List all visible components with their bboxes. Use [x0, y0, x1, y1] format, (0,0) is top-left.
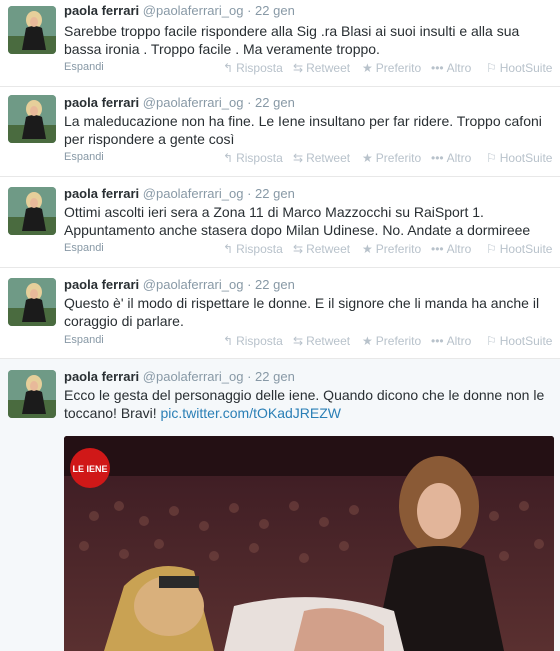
tweet-text: Sarebbe troppo facile rispondere alla Si…: [64, 23, 520, 57]
reply-icon: ↰: [223, 242, 234, 256]
hootsuite-button[interactable]: ⚐ HootSuite: [486, 242, 552, 256]
reply-button[interactable]: ↰ Risposta: [223, 151, 283, 165]
author-name[interactable]: paola ferrari: [64, 186, 139, 201]
star-icon: ★: [362, 334, 373, 348]
retweet-button[interactable]: ⇆ Retweet: [293, 151, 350, 165]
avatar[interactable]: [8, 278, 56, 326]
owl-icon: ⚐: [486, 61, 497, 75]
more-icon: •••: [431, 242, 444, 256]
hootsuite-button[interactable]: ⚐ HootSuite: [486, 151, 552, 165]
media-link[interactable]: pic.twitter.com/tOKadJREZW: [161, 405, 341, 421]
tweet-text: La maleducazione non ha fine. Le Iene in…: [64, 113, 542, 147]
tweet-header: paola ferrari @paolaferrari_og · 22 gen: [64, 186, 295, 202]
retweet-button[interactable]: ⇆ Retweet: [293, 334, 350, 348]
hootsuite-button[interactable]: ⚐ HootSuite: [486, 61, 552, 75]
tweet[interactable]: paola ferrari @paolaferrari_og · 22 gen …: [0, 177, 560, 268]
retweet-icon: ⇆: [293, 151, 304, 165]
retweet-button[interactable]: ⇆ Retweet: [293, 61, 350, 75]
tweet[interactable]: paola ferrari @paolaferrari_og · 22 gen …: [0, 268, 560, 359]
reply-icon: ↰: [223, 151, 234, 165]
tweet-actions: Espandi ↰ Risposta ⇆ Retweet ★ Preferito ••…: [64, 61, 560, 77]
retweet-button[interactable]: ⇆ Retweet: [293, 242, 350, 256]
tweet-actions: Espandi ↰ Risposta ⇆ Retweet ★ Preferito ••…: [64, 334, 560, 350]
author-handle[interactable]: @paolaferrari_og: [143, 277, 244, 292]
separator: ·: [247, 369, 252, 384]
more-button[interactable]: ••• Altro: [431, 242, 471, 256]
reply-icon: ↰: [223, 334, 234, 348]
more-icon: •••: [431, 151, 444, 165]
author-handle[interactable]: @paolaferrari_og: [143, 3, 244, 18]
reply-button[interactable]: ↰ Risposta: [223, 242, 283, 256]
reply-icon: ↰: [223, 61, 234, 75]
retweet-icon: ⇆: [293, 334, 304, 348]
reply-button[interactable]: ↰ Risposta: [223, 61, 283, 75]
tweet-text: Ottimi ascolti ieri sera a Zona 11 di Ma…: [64, 204, 531, 238]
retweet-icon: ⇆: [293, 242, 304, 256]
separator: ·: [247, 186, 252, 201]
timestamp[interactable]: 22 gen: [255, 95, 295, 110]
favorite-button[interactable]: ★ Preferito: [362, 61, 421, 75]
hootsuite-button[interactable]: ⚐ HootSuite: [486, 334, 552, 348]
tweet-header: paola ferrari @paolaferrari_og · 22 gen: [64, 3, 295, 19]
star-icon: ★: [362, 61, 373, 75]
more-button[interactable]: ••• Altro: [431, 151, 471, 165]
tweet-header: paola ferrari @paolaferrari_og · 22 gen: [64, 369, 295, 385]
more-icon: •••: [431, 334, 444, 348]
tweet[interactable]: paola ferrari @paolaferrari_og · 22 gen …: [0, 0, 560, 87]
expand-link[interactable]: Espandi: [64, 242, 104, 254]
author-name[interactable]: paola ferrari: [64, 369, 139, 384]
expand-link[interactable]: Espandi: [64, 151, 104, 163]
more-icon: •••: [431, 61, 444, 75]
tweet-actions: Espandi ↰ Risposta ⇆ Retweet ★ Preferito ••…: [64, 242, 560, 258]
tweet-actions: Espandi ↰ Risposta ⇆ Retweet ★ Preferito ••…: [64, 151, 560, 167]
author-handle[interactable]: @paolaferrari_og: [143, 186, 244, 201]
separator: ·: [247, 3, 252, 18]
tweet-feed: paola ferrari @paolaferrari_og · 22 gen …: [0, 0, 560, 651]
favorite-button[interactable]: ★ Preferito: [362, 334, 421, 348]
expand-link[interactable]: Espandi: [64, 61, 104, 73]
star-icon: ★: [362, 242, 373, 256]
tweet-media-image[interactable]: LE IENE: [64, 436, 554, 651]
avatar[interactable]: [8, 6, 56, 54]
owl-icon: ⚐: [486, 151, 497, 165]
tweet[interactable]: paola ferrari @paolaferrari_og · 22 gen …: [0, 87, 560, 177]
owl-icon: ⚐: [486, 334, 497, 348]
author-handle[interactable]: @paolaferrari_og: [143, 95, 244, 110]
media-photo: LE IENE: [64, 436, 554, 651]
tweet-text: Ecco le gesta del personaggio delle iene…: [64, 386, 552, 422]
reply-button[interactable]: ↰ Risposta: [223, 334, 283, 348]
more-button[interactable]: ••• Altro: [431, 334, 471, 348]
author-name[interactable]: paola ferrari: [64, 277, 139, 292]
star-icon: ★: [362, 151, 373, 165]
author-name[interactable]: paola ferrari: [64, 3, 139, 18]
timestamp[interactable]: 22 gen: [255, 186, 295, 201]
expand-link[interactable]: Espandi: [64, 334, 104, 346]
retweet-icon: ⇆: [293, 61, 304, 75]
timestamp[interactable]: 22 gen: [255, 277, 295, 292]
avatar[interactable]: [8, 187, 56, 235]
timestamp[interactable]: 22 gen: [255, 3, 295, 18]
avatar[interactable]: [8, 370, 56, 418]
author-handle[interactable]: @paolaferrari_og: [143, 369, 244, 384]
tweet-text: Questo è' il modo di rispettare le donne…: [64, 295, 540, 329]
timestamp[interactable]: 22 gen: [255, 369, 295, 384]
favorite-button[interactable]: ★ Preferito: [362, 151, 421, 165]
separator: ·: [247, 95, 252, 110]
avatar[interactable]: [8, 95, 56, 143]
tweet-header: paola ferrari @paolaferrari_og · 22 gen: [64, 277, 295, 293]
author-name[interactable]: paola ferrari: [64, 95, 139, 110]
tweet-header: paola ferrari @paolaferrari_og · 22 gen: [64, 95, 295, 111]
owl-icon: ⚐: [486, 242, 497, 256]
separator: ·: [247, 277, 252, 292]
favorite-button[interactable]: ★ Preferito: [362, 242, 421, 256]
more-button[interactable]: ••• Altro: [431, 61, 471, 75]
logo-text: LE IENE: [72, 464, 107, 474]
